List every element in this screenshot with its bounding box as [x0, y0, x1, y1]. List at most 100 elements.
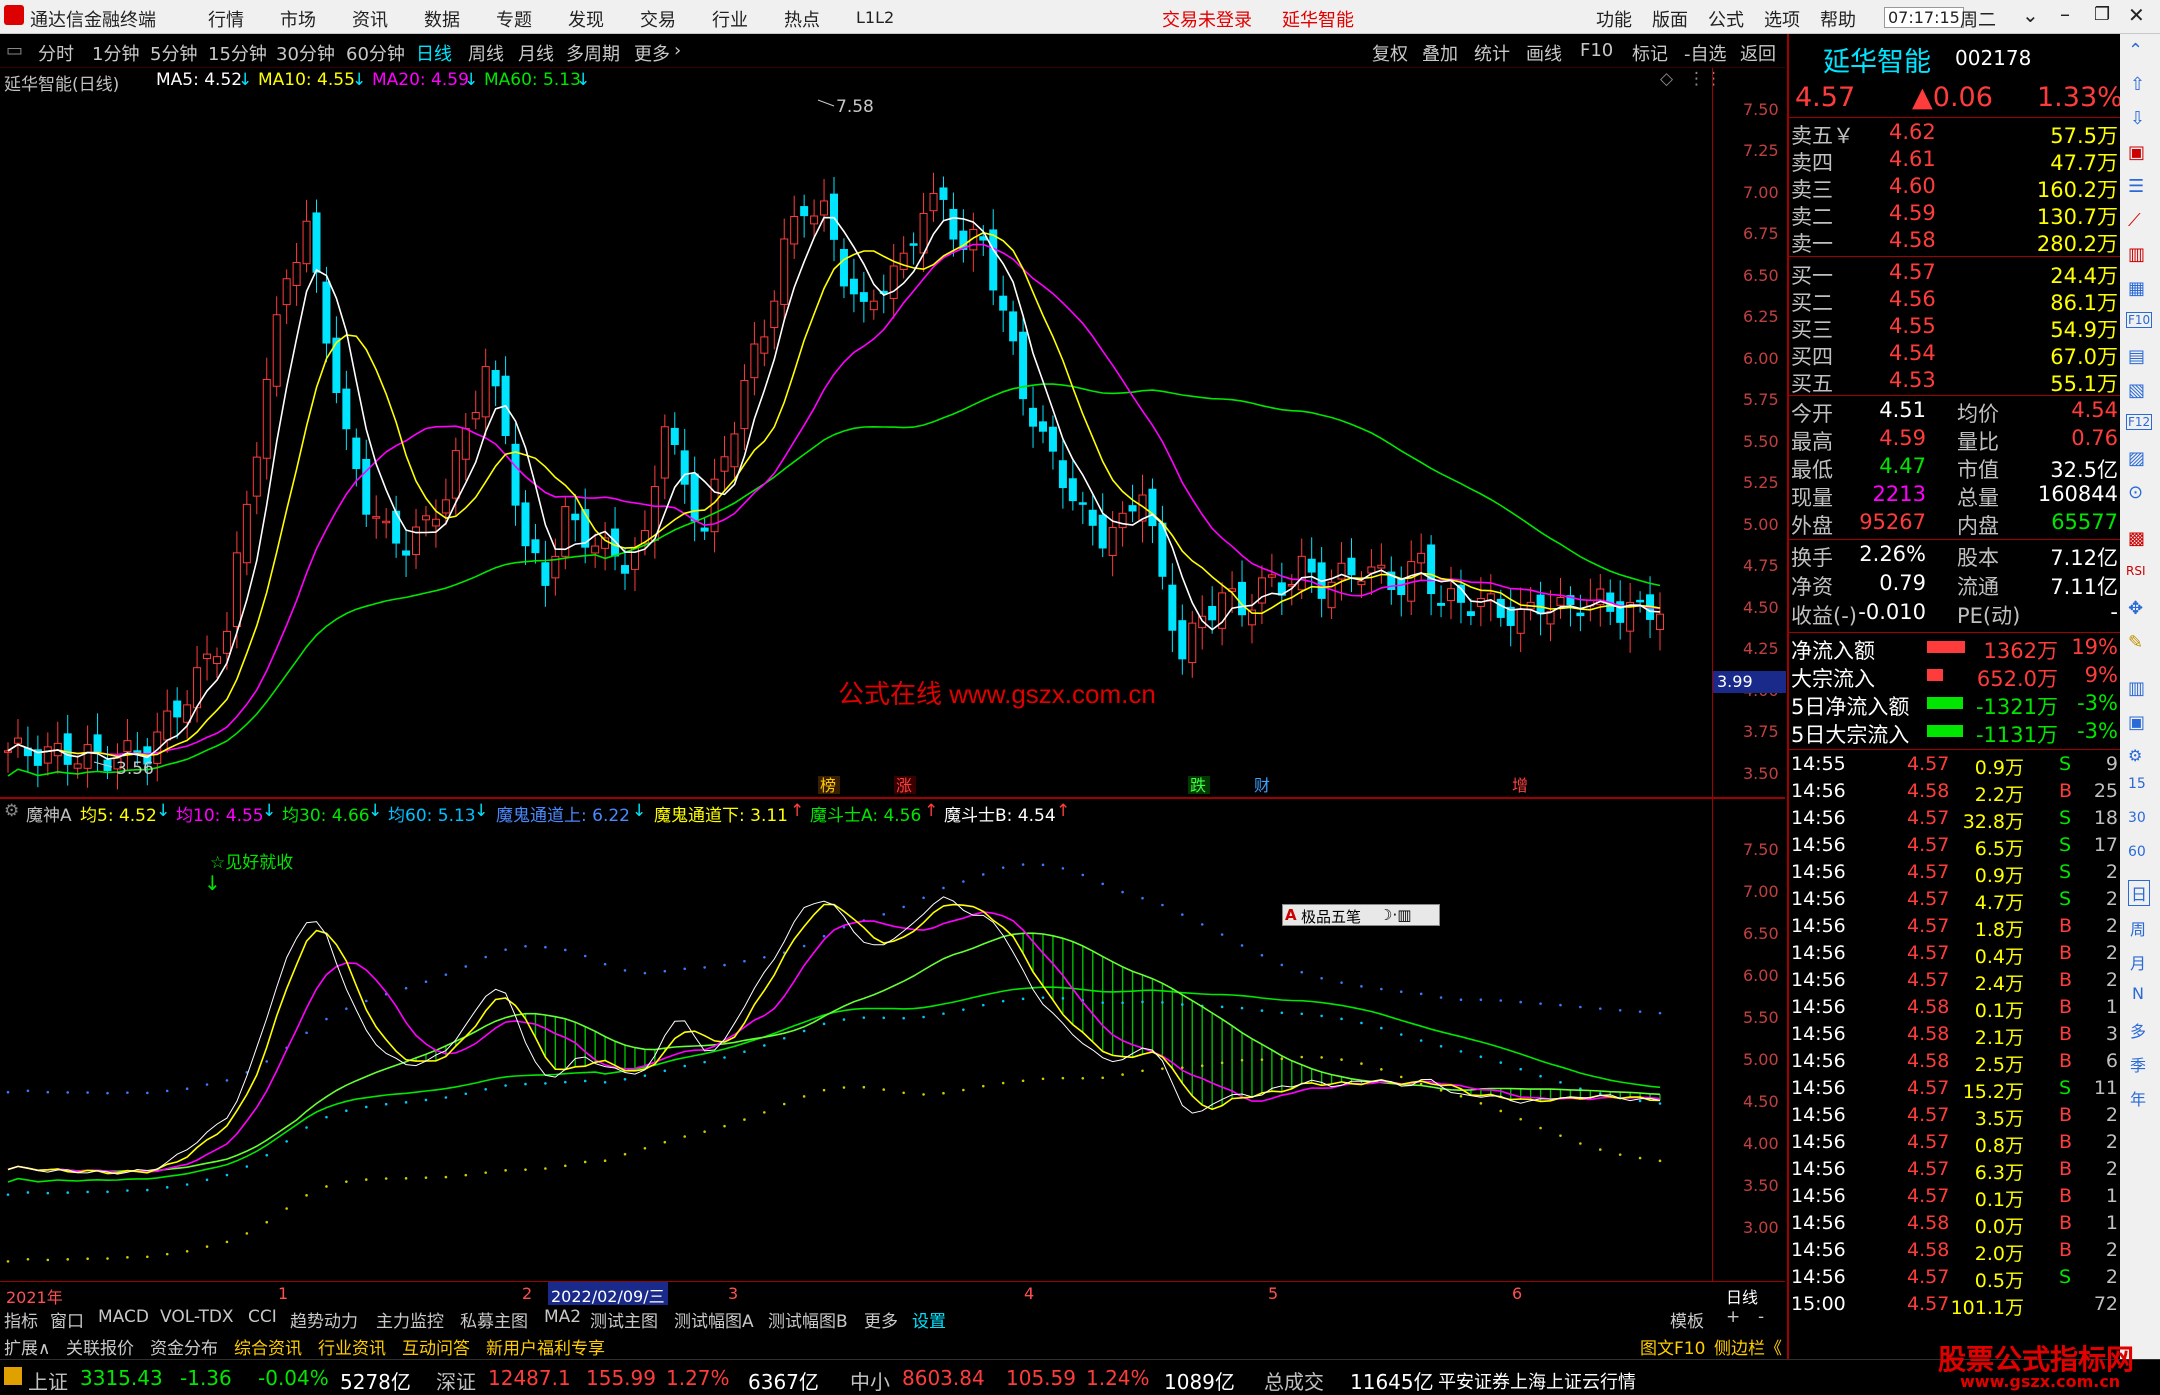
line-chart-icon[interactable]: ⟋ [2128, 210, 2141, 231]
tab-qa[interactable]: 互动问答 [402, 1334, 470, 1359]
tick-row[interactable]: 15:00 4.57 101.1万 72 [1789, 1293, 2122, 1320]
tab-vol-tdx[interactable]: VOL-TDX [160, 1307, 234, 1327]
menu-industry[interactable]: 行业 [712, 6, 748, 32]
tick-row[interactable]: 14:56 4.57 0.5万 S 2 [1789, 1266, 2122, 1293]
tab-window[interactable]: 窗口 [50, 1307, 84, 1332]
period-15min[interactable]: 15分钟 [208, 40, 267, 66]
period-60[interactable]: 60 [2128, 844, 2146, 860]
menu-function[interactable]: 功能 [1596, 6, 1632, 32]
side-tool-week[interactable]: 周 [2130, 916, 2146, 940]
close-icon[interactable]: ✕ [2128, 3, 2145, 27]
tick-row[interactable]: 14:56 4.57 0.4万 B 2 [1789, 942, 2122, 969]
menu-help[interactable]: 帮助 [1820, 6, 1856, 32]
menu-news[interactable]: 资讯 [352, 6, 388, 32]
menu-options[interactable]: 选项 [1764, 6, 1800, 32]
menu-trade[interactable]: 交易 [640, 6, 676, 32]
indicator-name[interactable]: 魔神A [26, 801, 72, 826]
tab-settings[interactable]: 设置 [912, 1307, 946, 1332]
tab-expand[interactable]: 扩展∧ [4, 1334, 50, 1359]
tick-row[interactable]: 14:55 4.57 0.9万 S 9 [1789, 753, 2122, 780]
ime-toolbar[interactable]: A 极品五笔 ☽·▥ [1282, 904, 1440, 926]
marker-zhang[interactable]: 涨 [896, 776, 912, 794]
gear-icon[interactable]: ⚙ [2128, 746, 2142, 765]
search-icon[interactable]: ⊙ [2128, 482, 2143, 503]
tab-sidebar[interactable]: 侧边栏《 [1714, 1334, 1782, 1359]
image-icon[interactable]: ▣ [2128, 712, 2145, 733]
bid-row[interactable]: 买一 4.57 24.4万 [1789, 260, 2122, 288]
ask-row[interactable]: 卖五￥ 4.62 57.5万 [1789, 120, 2122, 148]
menu-l1l2[interactable]: L1L2 [856, 8, 894, 27]
gear-icon[interactable]: ⚙ [4, 801, 19, 821]
tab-ma2[interactable]: MA2 [544, 1307, 581, 1327]
tick-row[interactable]: 14:56 4.57 6.5万 S 17 [1789, 834, 2122, 861]
side-tool-n[interactable]: N [2132, 984, 2144, 1003]
period-multi[interactable]: 多周期 [566, 40, 620, 66]
tab-macd[interactable]: MACD [98, 1307, 149, 1327]
tick-row[interactable]: 14:56 4.57 0.8万 B 2 [1789, 1131, 2122, 1158]
tick-row[interactable]: 14:56 4.57 6.3万 B 2 [1789, 1158, 2122, 1185]
tick-row[interactable]: 14:56 4.57 3.5万 B 2 [1789, 1104, 2122, 1131]
zx-index-name[interactable]: 中小 [850, 1366, 890, 1395]
ask-row[interactable]: 卖一 4.58 280.2万 [1789, 228, 2122, 256]
tick-row[interactable]: 14:56 4.58 2.0万 B 2 [1789, 1239, 2122, 1266]
pane-divider[interactable] [0, 797, 1785, 799]
menu-formula[interactable]: 公式 [1708, 6, 1744, 32]
layout-icon[interactable]: ▥ [2128, 678, 2145, 699]
tick-row[interactable]: 14:56 4.58 2.2万 B 25 [1789, 780, 2122, 807]
period-30[interactable]: 30 [2128, 810, 2146, 826]
bid-row[interactable]: 买二 4.56 86.1万 [1789, 287, 2122, 315]
period-more[interactable]: 更多 [634, 40, 670, 66]
candle-icon[interactable]: ▥ [2128, 244, 2145, 265]
period-5min[interactable]: 5分钟 [150, 40, 197, 66]
tab-more[interactable]: 更多 [864, 1307, 898, 1332]
period-30min[interactable]: 30分钟 [276, 40, 335, 66]
marker-die[interactable]: 跌 [1190, 776, 1206, 794]
tab-template[interactable]: 模板 [1670, 1307, 1704, 1332]
period-1min[interactable]: 1分钟 [92, 40, 139, 66]
restore-icon[interactable]: ❐ [2094, 4, 2110, 25]
doc-icon[interactable]: ▤ [2128, 346, 2145, 367]
tab-trend-power[interactable]: 趋势动力 [290, 1307, 358, 1332]
ask-row[interactable]: 卖四 4.61 47.7万 [1789, 147, 2122, 175]
quote-icon[interactable]: ▣ [2128, 142, 2145, 163]
tool-stats[interactable]: 统计 [1474, 40, 1510, 66]
marker-cai[interactable]: 财 [1254, 776, 1270, 794]
list-icon[interactable]: ☰ [2128, 176, 2144, 197]
tick-row[interactable]: 14:56 4.58 2.1万 B 3 [1789, 1023, 2122, 1050]
chevron-down-icon[interactable]: ⌄ [2022, 3, 2039, 27]
arrow-down-icon[interactable]: ⇩ [2130, 108, 2145, 129]
tick-row[interactable]: 14:56 4.58 0.0万 B 1 [1789, 1212, 2122, 1239]
period-60min[interactable]: 60分钟 [346, 40, 405, 66]
f12-icon[interactable]: F12 [2126, 414, 2153, 430]
period-weekly[interactable]: 周线 [468, 40, 504, 66]
chart-icon[interactable]: ▨ [2128, 448, 2145, 469]
tick-row[interactable]: 14:56 4.57 15.2万 S 11 [1789, 1077, 2122, 1104]
minimize-icon[interactable]: – [2060, 2, 2070, 26]
tab-related-quotes[interactable]: 关联报价 [66, 1334, 134, 1359]
bid-row[interactable]: 买五 4.53 55.1万 [1789, 368, 2122, 396]
tool-f10[interactable]: F10 [1580, 40, 1613, 61]
diamond-icon[interactable]: ◇ [1660, 69, 1673, 89]
bid-row[interactable]: 买三 4.55 54.9万 [1789, 314, 2122, 342]
tick-row[interactable]: 14:56 4.58 0.1万 B 1 [1789, 996, 2122, 1023]
period-15[interactable]: 15 [2128, 776, 2146, 792]
tick-row[interactable]: 14:56 4.57 4.7万 S 2 [1789, 888, 2122, 915]
table-icon[interactable]: ▧ [2128, 380, 2145, 401]
menu-hot[interactable]: 热点 [784, 6, 820, 32]
rsi-icon[interactable]: RSI [2126, 564, 2146, 578]
tab-indicator[interactable]: 指标 [4, 1307, 38, 1332]
tab-test-b[interactable]: 测试幅图B [768, 1307, 848, 1332]
side-tool-quarter[interactable]: 季 [2130, 1052, 2146, 1076]
status-icon[interactable] [4, 1367, 22, 1385]
period-monthly[interactable]: 月线 [518, 40, 554, 66]
marker-zeng[interactable]: 增 [1512, 776, 1528, 794]
chevron-up-icon[interactable]: ⌃ [2128, 40, 2143, 61]
chart-menu-icon[interactable]: ▭ [6, 40, 23, 61]
arrow-up-icon[interactable]: ⇧ [2130, 74, 2145, 95]
f10-icon[interactable]: F10 [2126, 312, 2153, 328]
tool-overlay[interactable]: 叠加 [1422, 40, 1458, 66]
tab-f10-graphic[interactable]: 图文F10 [1640, 1334, 1705, 1359]
tick-row[interactable]: 14:56 4.57 32.8万 S 18 [1789, 807, 2122, 834]
sh-index-name[interactable]: 上证 [28, 1366, 68, 1395]
tab-cci[interactable]: CCI [248, 1307, 277, 1327]
